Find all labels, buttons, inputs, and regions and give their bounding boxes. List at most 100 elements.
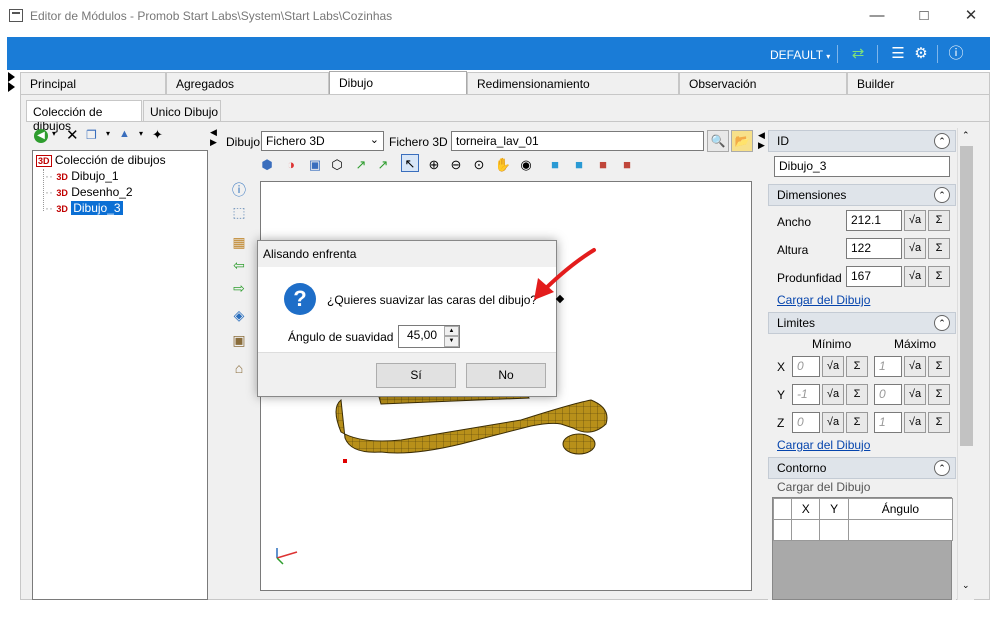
splitter-right-icon[interactable]: ▶ — [210, 137, 217, 148]
tree-item[interactable]: ·· 3D Desenho_2 — [45, 185, 133, 199]
cell[interactable] — [847, 519, 954, 541]
open-folder-icon[interactable]: 📂 — [731, 130, 753, 152]
dimensions-section-header[interactable]: Dimensiones ⌃ — [768, 184, 956, 206]
box-icon[interactable]: ▣ — [306, 156, 324, 174]
chevron-down-icon[interactable]: ▾ — [52, 129, 56, 138]
arrow-right-icon[interactable]: ⇨ — [229, 278, 249, 298]
id-input[interactable]: Dibujo_3 — [774, 156, 950, 177]
view-top-icon[interactable]: ■ — [594, 156, 612, 174]
sum-button[interactable]: Σ — [846, 412, 868, 433]
tree-root[interactable]: 3D Colección de dibujos — [36, 153, 166, 167]
scroll-thumb[interactable] — [960, 146, 973, 446]
move-up-icon[interactable]: ▲ — [119, 128, 130, 140]
cargar-dibujo-link[interactable]: Cargar del Dibujo — [777, 438, 870, 452]
sqrt-button[interactable]: √a — [904, 238, 926, 259]
spin-up-icon[interactable]: ▲ — [444, 326, 459, 336]
import-dxf-icon[interactable]: ↗ — [352, 156, 370, 174]
drawings-tree[interactable]: 3D Colección de dibujos ·· 3D Dibujo_1 ·… — [32, 150, 208, 600]
faucet-icon[interactable]: ⌂ — [229, 358, 249, 378]
collapse-arrow-icon[interactable] — [8, 72, 15, 82]
tab-coleccion-dibujos[interactable]: Colección de dibujos — [26, 100, 142, 133]
arrow-left-icon[interactable]: ⇦ — [229, 255, 249, 275]
sum-button[interactable]: Σ — [928, 210, 950, 231]
limites-section-header[interactable]: Limites ⌃ — [768, 312, 956, 334]
import-mob-icon[interactable]: ↗ — [374, 156, 392, 174]
cube-icon[interactable]: ⬢ — [258, 156, 276, 174]
sum-button[interactable]: Σ — [928, 238, 950, 259]
delete-icon[interactable]: ✕ — [66, 126, 79, 144]
yes-button[interactable]: Sí — [376, 363, 456, 388]
view-side-icon[interactable]: ■ — [570, 156, 588, 174]
fichero-input[interactable]: torneira_lav_01 — [451, 131, 704, 151]
maximize-button[interactable]: □ — [904, 4, 944, 28]
sum-button[interactable]: Σ — [928, 356, 950, 377]
no-button[interactable]: No — [466, 363, 546, 388]
wireframe-icon[interactable]: ⬡ — [328, 156, 346, 174]
produnfidad-input[interactable]: 167 — [846, 266, 902, 287]
tree-options-icon[interactable]: ✦ — [152, 127, 163, 143]
minimize-button[interactable]: — — [857, 4, 897, 28]
tab-redimensionamiento[interactable]: Redimensionamiento — [467, 72, 679, 94]
sqrt-button[interactable]: √a — [904, 210, 926, 231]
x-max-input[interactable]: 1 — [874, 356, 902, 377]
table-row[interactable] — [773, 519, 954, 541]
sum-button[interactable]: Σ — [928, 384, 950, 405]
collapse-icon[interactable]: ⌃ — [934, 133, 950, 149]
tab-observacion[interactable]: Observación — [679, 72, 847, 94]
altura-input[interactable]: 122 — [846, 238, 902, 259]
scroll-up-icon[interactable]: ⌃ — [962, 130, 970, 141]
settings-icon[interactable]: ⚙ — [912, 45, 930, 63]
cell[interactable] — [819, 519, 849, 541]
id-section-header[interactable]: ID ⌃ — [768, 130, 956, 152]
contorno-section-header[interactable]: Contorno ⌃ — [768, 457, 956, 479]
z-min-input[interactable]: 0 — [792, 412, 820, 433]
orbit-icon[interactable]: ◉ — [517, 156, 535, 174]
zoom-out-icon[interactable]: ⊖ — [447, 156, 465, 174]
tab-principal[interactable]: Principal — [20, 72, 166, 94]
tab-builder[interactable]: Builder — [847, 72, 990, 94]
chevron-down-icon[interactable]: ▾ — [139, 129, 143, 138]
profile-dropdown[interactable]: DEFAULT ▾ — [770, 48, 830, 62]
scroll-down-icon[interactable]: ⌄ — [962, 580, 970, 591]
cell[interactable] — [790, 519, 821, 541]
sum-button[interactable]: Σ — [846, 356, 868, 377]
collapse-icon[interactable]: ⌃ — [934, 460, 950, 476]
copy-icon[interactable]: ❐ — [86, 128, 97, 142]
tree-item-selected[interactable]: ·· 3D Dibujo_3 — [45, 201, 123, 215]
y-max-input[interactable]: 0 — [874, 384, 902, 405]
add-icon[interactable]: ◀ — [34, 129, 48, 143]
splitter-right-icon[interactable]: ▶ — [758, 140, 765, 151]
sum-button[interactable]: Σ — [846, 384, 868, 405]
texture-icon[interactable]: ▣ — [229, 330, 249, 350]
tab-unico-dibujo[interactable]: Unico Dibujo — [143, 100, 221, 122]
tab-agregados[interactable]: Agregados — [166, 72, 329, 94]
y-min-input[interactable]: -1 — [792, 384, 820, 405]
sqrt-button[interactable]: √a — [904, 356, 926, 377]
sum-button[interactable]: Σ — [928, 266, 950, 287]
collapse-icon[interactable]: ⌃ — [934, 187, 950, 203]
view-iso-icon[interactable]: ■ — [618, 156, 636, 174]
sphere-icon[interactable]: ◑ — [282, 156, 300, 174]
sqrt-button[interactable]: √a — [904, 412, 926, 433]
sqrt-button[interactable]: √a — [904, 384, 926, 405]
view-front-icon[interactable]: ■ — [546, 156, 564, 174]
vertical-scrollbar[interactable]: ⌃ ⌄ — [957, 128, 974, 600]
expand-arrow-icon[interactable] — [8, 82, 15, 92]
tab-dibujo[interactable]: Dibujo — [329, 71, 467, 94]
pan-hand-icon[interactable]: ✋ — [494, 156, 512, 174]
sqrt-button[interactable]: √a — [822, 384, 844, 405]
zoom-extents-icon[interactable]: ⊕ — [425, 156, 443, 174]
sum-button[interactable]: Σ — [928, 412, 950, 433]
help-icon[interactable]: ⓘ — [947, 45, 965, 63]
zoom-window-icon[interactable]: ⊙ — [470, 156, 488, 174]
list-icon[interactable]: ☰ — [889, 45, 907, 63]
info-icon[interactable]: ⓘ — [229, 180, 249, 200]
refresh-icon[interactable]: ⇄ — [849, 45, 867, 63]
shading-icon[interactable]: ◈ — [229, 305, 249, 325]
binoculars-icon[interactable]: 🔍 — [707, 130, 729, 152]
tree-item[interactable]: ·· 3D Dibujo_1 — [45, 169, 119, 183]
dibujo-select[interactable]: Fichero 3D ⌄ — [261, 131, 384, 151]
chevron-down-icon[interactable]: ▾ — [106, 129, 110, 138]
boxes-icon[interactable]: ▦ — [229, 232, 249, 252]
x-min-input[interactable]: 0 — [792, 356, 820, 377]
